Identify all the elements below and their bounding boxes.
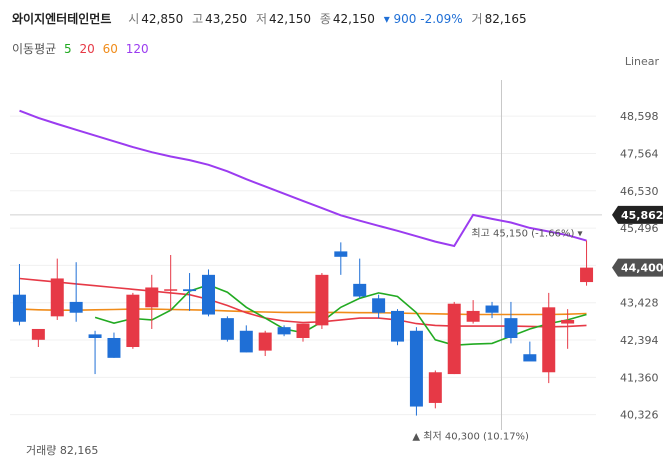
candle-3 bbox=[69, 262, 83, 322]
candle-body bbox=[391, 310, 405, 342]
candle-19 bbox=[372, 294, 386, 319]
price-tag-label: 44,400 bbox=[621, 262, 664, 275]
price-tag-label: 45,862 bbox=[621, 209, 663, 222]
candle-29 bbox=[561, 309, 575, 349]
candle-10 bbox=[201, 269, 215, 317]
candle-25 bbox=[485, 301, 499, 319]
candle-body bbox=[31, 328, 45, 340]
candle-2 bbox=[50, 258, 64, 320]
y-tick-label: 40,326 bbox=[620, 409, 659, 422]
candle-body bbox=[88, 334, 102, 338]
candle-30 bbox=[580, 240, 594, 286]
candle-body bbox=[69, 301, 83, 313]
candle-18 bbox=[353, 258, 367, 299]
candle-body bbox=[561, 319, 575, 324]
candle-body bbox=[12, 294, 26, 322]
low-annotation: ▲ 최저 40,300 (10.17%) bbox=[412, 431, 529, 443]
candle-4 bbox=[88, 330, 102, 375]
candle-body bbox=[353, 283, 367, 297]
candle-1 bbox=[31, 328, 45, 348]
y-tick-label: 42,394 bbox=[620, 334, 659, 347]
candle-body bbox=[542, 307, 556, 373]
candle-17 bbox=[334, 242, 348, 275]
candle-body bbox=[409, 330, 423, 407]
candle-5 bbox=[107, 332, 121, 358]
candle-23 bbox=[447, 301, 461, 375]
candle-body bbox=[50, 278, 64, 317]
candle-12 bbox=[239, 325, 253, 353]
candle-22 bbox=[428, 370, 442, 409]
candle-body bbox=[523, 354, 537, 362]
candle-body bbox=[466, 310, 480, 322]
candle-21 bbox=[409, 327, 423, 416]
candle-body bbox=[258, 332, 272, 351]
y-tick-label: 45,496 bbox=[620, 222, 659, 235]
candle-body bbox=[447, 303, 461, 375]
y-tick-label: 41,360 bbox=[620, 371, 659, 384]
candle-body bbox=[220, 318, 234, 340]
candle-body bbox=[428, 372, 442, 403]
candle-body bbox=[504, 318, 518, 338]
candle-13 bbox=[258, 330, 272, 357]
candle-body bbox=[580, 267, 594, 283]
volume-label-bottom: 거래량 82,165 bbox=[26, 444, 99, 457]
candle-body bbox=[315, 274, 329, 326]
candle-15 bbox=[296, 323, 310, 342]
candle-body bbox=[372, 298, 386, 313]
candle-27 bbox=[523, 341, 537, 362]
candle-11 bbox=[220, 316, 234, 342]
candle-16 bbox=[315, 273, 329, 329]
candle-body bbox=[164, 289, 178, 291]
candle-body bbox=[126, 294, 140, 348]
candlestick-chart[interactable]: 40,32641,36042,39443,42844,46245,49646,5… bbox=[0, 0, 667, 453]
candle-26 bbox=[504, 301, 518, 344]
candle-20 bbox=[391, 309, 405, 346]
y-tick-label: 47,564 bbox=[620, 147, 659, 160]
candle-body bbox=[296, 323, 310, 338]
high-annotation: 최고 45,150 (-1.66%) ▾ bbox=[471, 228, 582, 240]
candle-0 bbox=[12, 264, 26, 326]
candle-24 bbox=[466, 300, 480, 324]
candle-6 bbox=[126, 292, 140, 349]
candle-body bbox=[183, 289, 197, 292]
candle-body bbox=[239, 330, 253, 353]
candle-body bbox=[277, 327, 291, 335]
y-tick-label: 43,428 bbox=[620, 297, 659, 310]
y-tick-label: 48,598 bbox=[620, 110, 659, 123]
y-tick-label: 46,530 bbox=[620, 185, 659, 198]
candle-body bbox=[485, 305, 499, 313]
candle-body bbox=[334, 251, 348, 257]
candle-body bbox=[201, 274, 215, 315]
candle-9 bbox=[183, 273, 197, 311]
candle-28 bbox=[542, 292, 556, 384]
candle-body bbox=[145, 287, 159, 308]
candle-7 bbox=[145, 274, 159, 329]
candle-body bbox=[107, 337, 121, 358]
